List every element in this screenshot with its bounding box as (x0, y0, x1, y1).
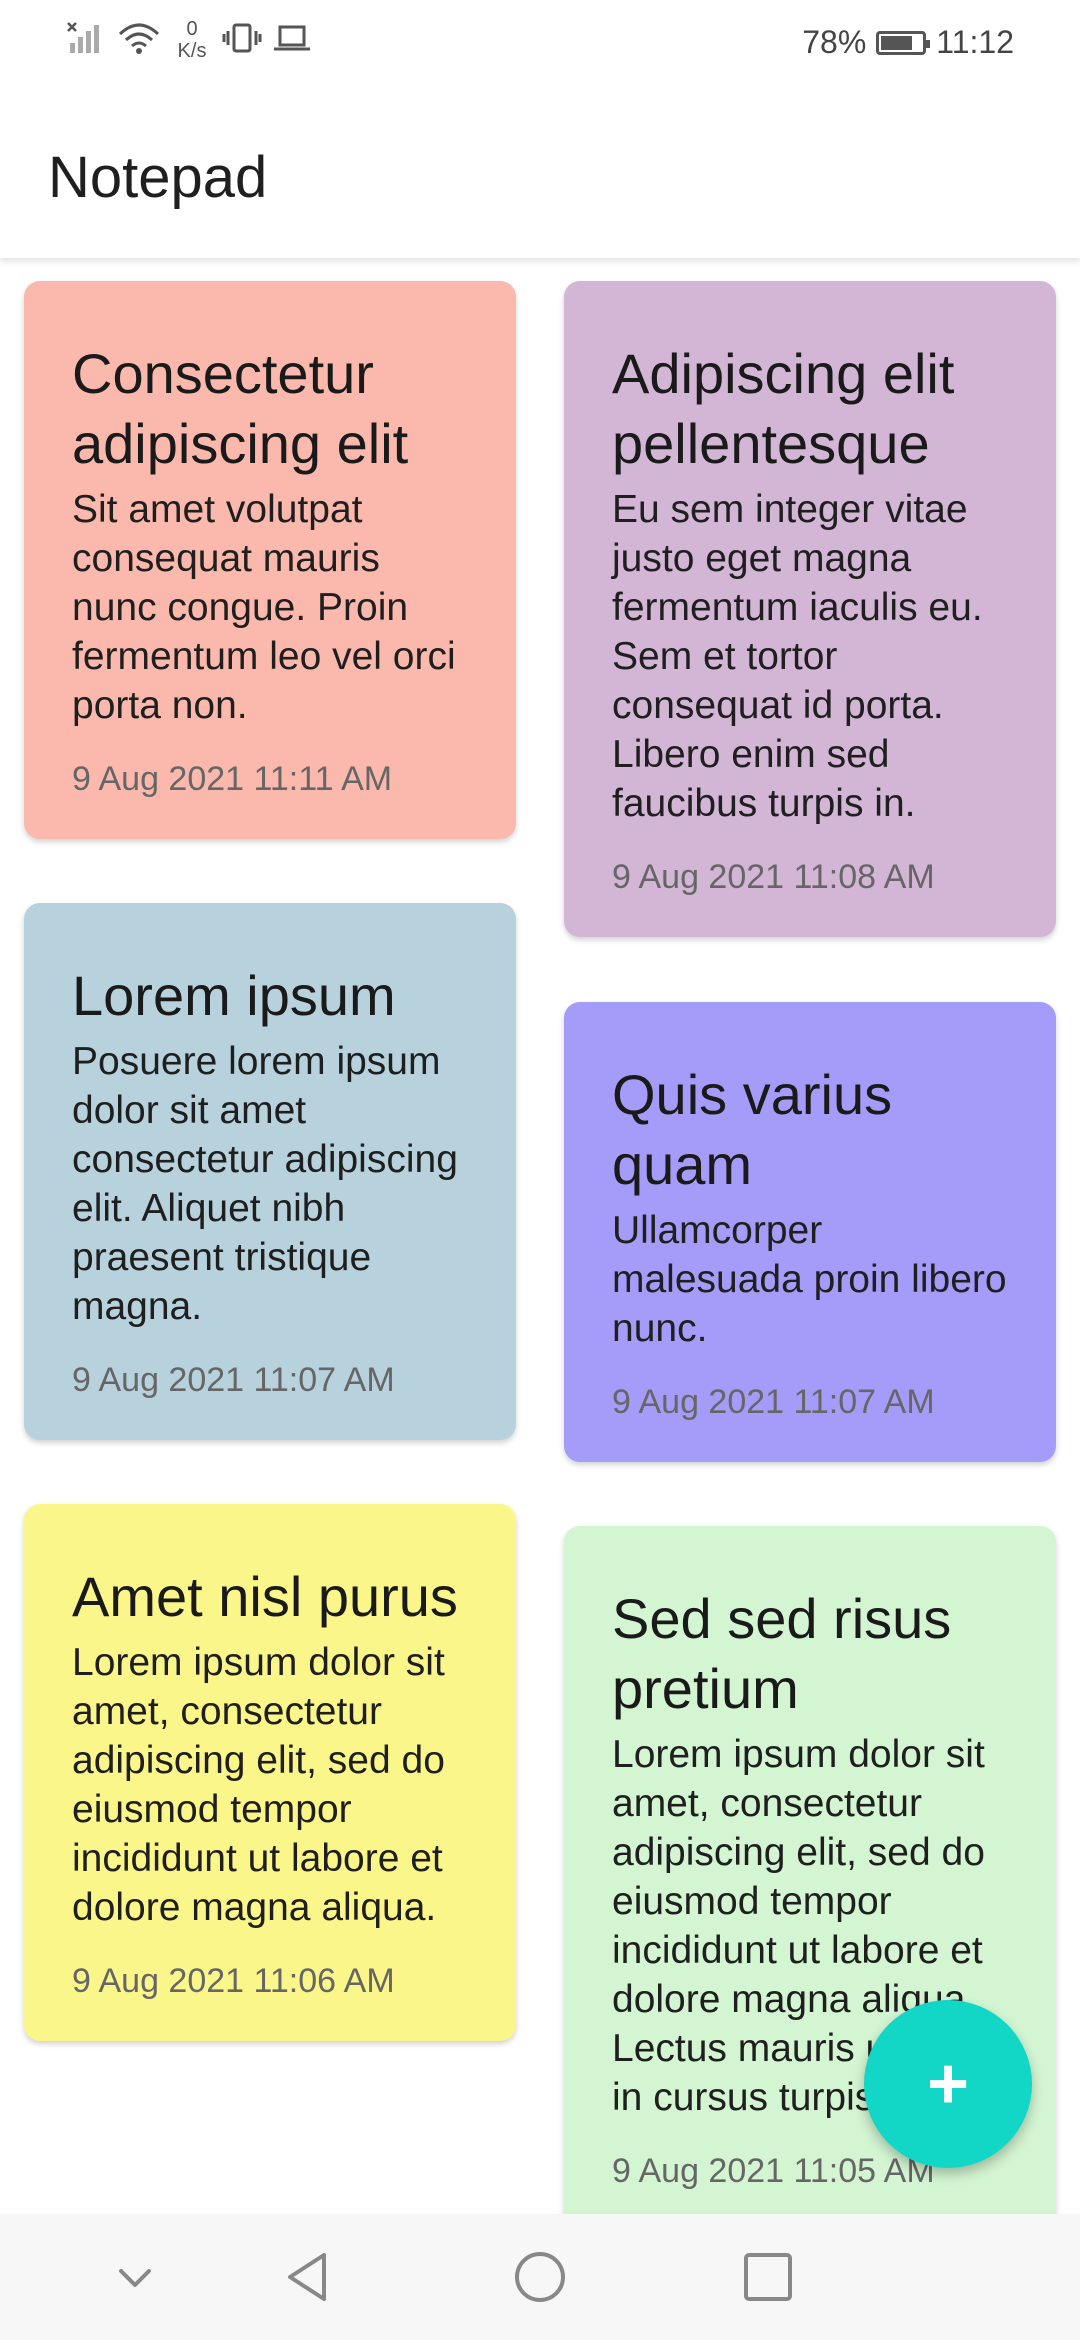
status-right: 78% 11:12 (802, 24, 1014, 61)
network-speed: 0 K/s (172, 18, 212, 62)
status-bar: 0 K/s 78% 11:12 (0, 0, 1080, 92)
note-card[interactable]: Consectetur adipiscing elit Sit amet vol… (24, 281, 516, 839)
note-card[interactable]: Amet nisl purus Lorem ipsum dolor sit am… (24, 1504, 516, 2041)
add-icon: + (926, 2044, 970, 2124)
note-body: Lorem ipsum dolor sit amet, consectetur … (72, 1641, 445, 1929)
note-body: Sit amet volutpat consequat mauris nunc … (72, 488, 456, 727)
add-note-button[interactable]: + (864, 2000, 1032, 2168)
note-title: Lorem ipsum (72, 964, 396, 1027)
note-title: Amet nisl purus (72, 1565, 458, 1628)
note-body: Ullamcorper malesuada proin libero nunc. (612, 1209, 1007, 1350)
app-bar: Notepad (0, 92, 1080, 258)
status-left: 0 K/s (66, 18, 312, 62)
home-icon[interactable] (510, 2247, 570, 2307)
note-card[interactable]: Adipiscing elit pellentesque Eu sem inte… (564, 281, 1056, 937)
wifi-icon (116, 20, 162, 61)
note-date: 9 Aug 2021 11:08 AM (612, 858, 935, 896)
note-title: Quis varius quam (612, 1063, 893, 1196)
speed-unit: K/s (177, 40, 207, 62)
battery-icon (876, 30, 931, 55)
note-date: 9 Aug 2021 11:06 AM (72, 1962, 395, 2000)
note-body: Posuere lorem ipsum dolor sit amet conse… (72, 1040, 458, 1328)
note-date: 9 Aug 2021 11:07 AM (612, 1383, 935, 1421)
battery-percent: 78% (802, 24, 867, 60)
status-time: 11:12 (936, 24, 1014, 60)
note-body: Eu sem integer vitae justo eget magna fe… (612, 488, 983, 825)
vibrate-icon (222, 21, 262, 60)
note-title: Sed sed risus pretium (612, 1587, 952, 1720)
notes-grid[interactable]: Consectetur adipiscing elit Sit amet vol… (0, 258, 1080, 2214)
chevron-down-icon[interactable] (105, 2247, 165, 2307)
recents-icon[interactable] (738, 2247, 798, 2307)
note-card[interactable]: Lorem ipsum Posuere lorem ipsum dolor si… (24, 903, 516, 1440)
laptop-icon (272, 21, 312, 60)
note-date: 9 Aug 2021 11:11 AM (72, 760, 393, 798)
note-date: 9 Aug 2021 11:07 AM (72, 1361, 395, 1399)
page-title: Notepad (48, 145, 268, 210)
note-title: Consectetur adipiscing elit (72, 342, 409, 475)
speed-value: 0 (186, 18, 198, 40)
note-title: Adipiscing elit pellentesque (612, 342, 955, 475)
signal-icon (66, 21, 106, 60)
system-nav-bar (0, 2214, 1080, 2340)
back-icon[interactable] (278, 2247, 338, 2307)
note-card[interactable]: Quis varius quam Ullamcorper malesuada p… (564, 1002, 1056, 1462)
